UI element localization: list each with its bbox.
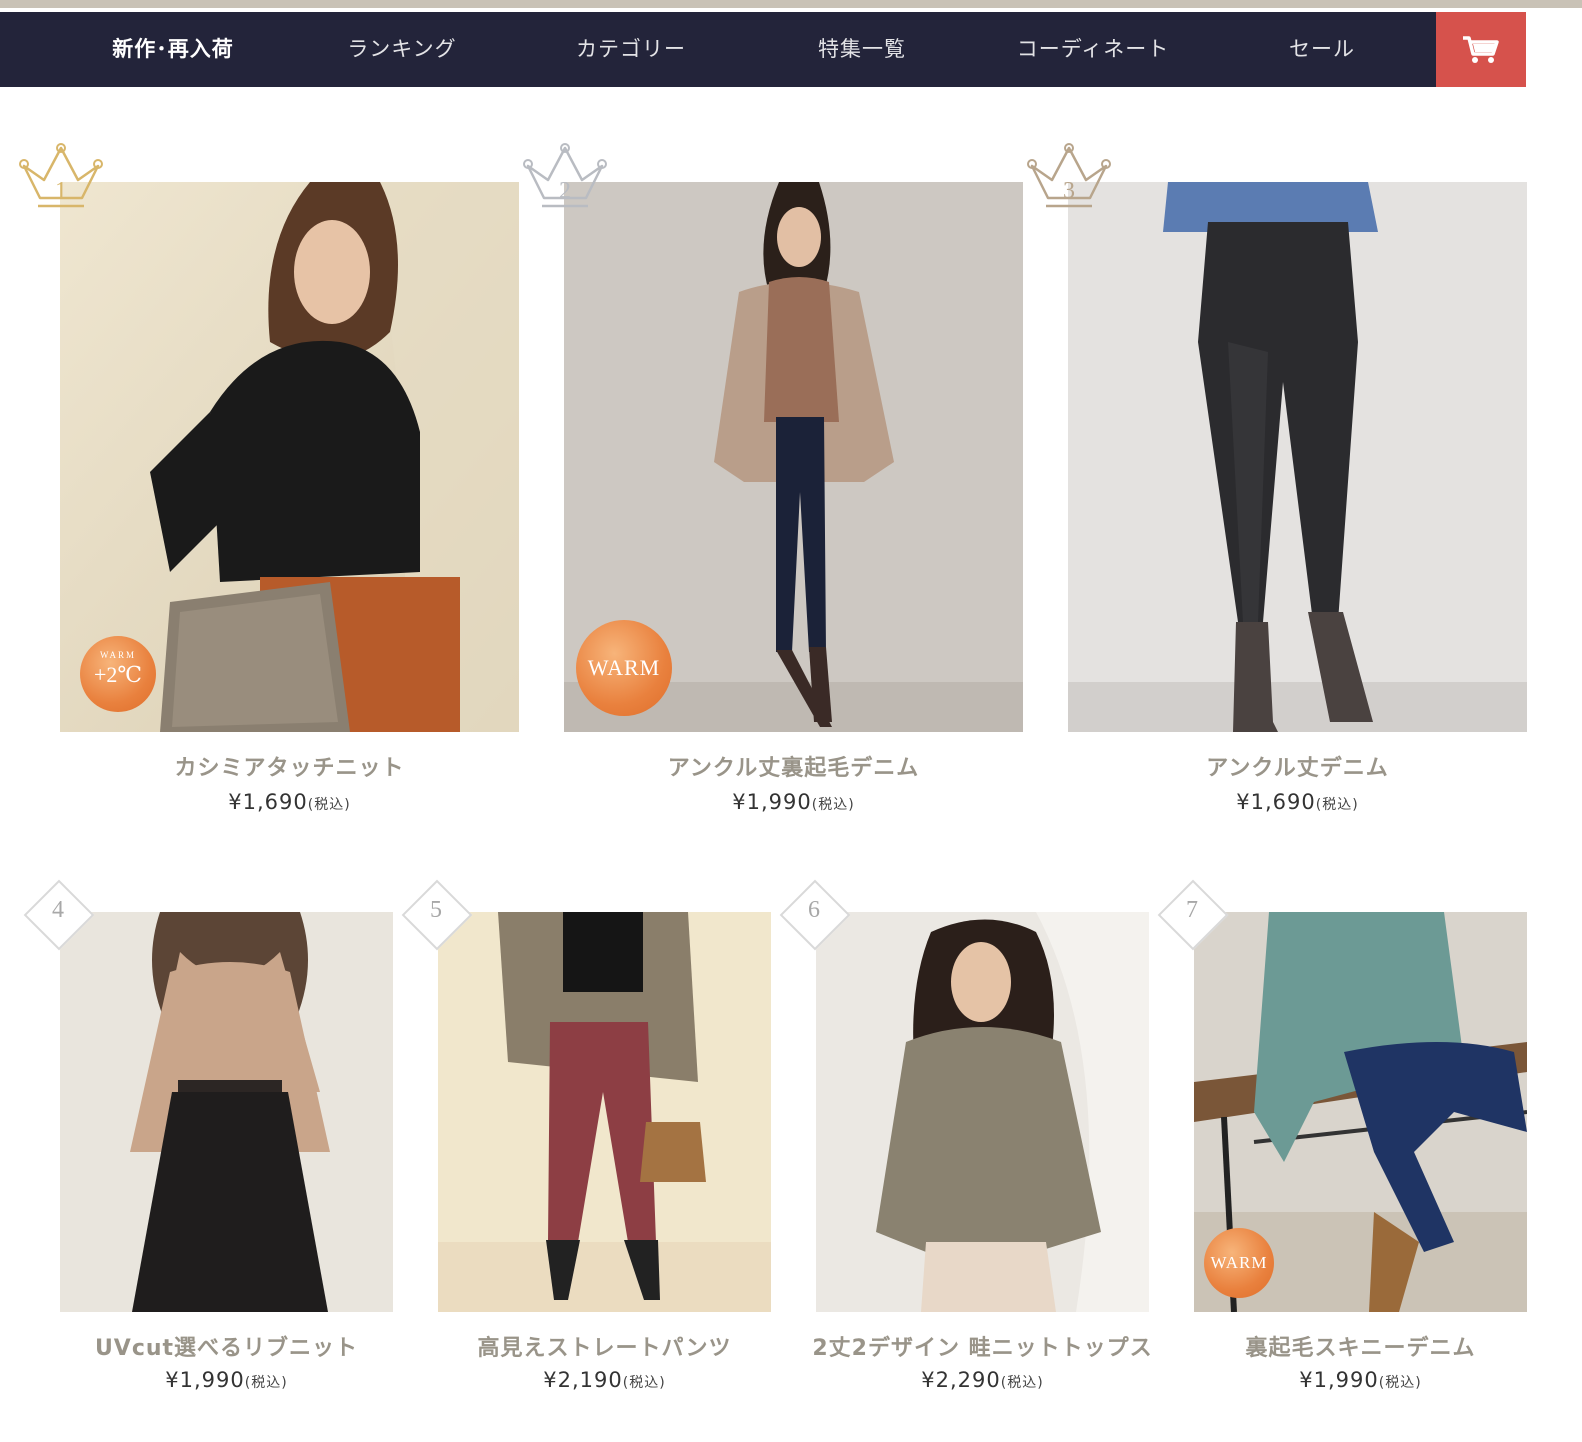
product-name[interactable]: アンクル丈デニム <box>1068 750 1527 782</box>
warm-badge: WARM <box>576 620 672 716</box>
product-name[interactable]: 裏起毛スキニーデニム <box>1194 1330 1527 1362</box>
product-photo[interactable] <box>438 912 771 1312</box>
product-photo[interactable] <box>816 912 1149 1312</box>
rank-number: 4 <box>52 897 64 923</box>
product-name[interactable]: アンクル丈裏起毛デニム <box>564 750 1023 782</box>
nav-category[interactable]: カテゴリー <box>531 12 731 87</box>
product-photo[interactable]: WARM <box>1194 912 1527 1312</box>
model-image <box>438 912 771 1312</box>
product-name[interactable]: UVcut選べるリブニット <box>60 1330 393 1362</box>
nav-ranking[interactable]: ランキング <box>302 12 502 87</box>
rank-number: 6 <box>808 897 820 923</box>
product-price: ¥2,290(税込) <box>921 1368 1044 1392</box>
product-photo[interactable] <box>1068 182 1527 732</box>
model-image <box>1068 182 1527 732</box>
top-accent-line <box>0 0 1582 8</box>
product-photo[interactable] <box>60 912 393 1312</box>
cart-button[interactable] <box>1436 12 1526 87</box>
nav-coordinate[interactable]: コーディネート <box>993 12 1193 87</box>
product-price: ¥1,690(税込) <box>228 790 351 814</box>
warm-badge: WARM <box>1204 1228 1274 1298</box>
global-nav: 新作･再入荷 ランキング カテゴリー 特集一覧 コーディネート セール <box>0 12 1526 87</box>
model-image <box>60 912 393 1312</box>
nav-new-arrivals[interactable]: 新作･再入荷 <box>73 12 273 87</box>
cart-icon <box>1463 35 1499 63</box>
warm-badge: WARM +2℃ <box>80 636 156 712</box>
rank-number: 1 <box>55 178 67 204</box>
product-price: ¥1,690(税込) <box>1236 790 1359 814</box>
product-price: ¥1,990(税込) <box>165 1368 288 1392</box>
nav-features[interactable]: 特集一覧 <box>762 12 962 87</box>
product-name[interactable]: カシミアタッチニット <box>60 750 519 782</box>
product-price: ¥2,190(税込) <box>543 1368 666 1392</box>
rank-number: 2 <box>559 178 571 204</box>
rank-number: 5 <box>430 897 442 923</box>
rank-number: 3 <box>1063 178 1075 204</box>
product-name[interactable]: 2丈2デザイン 畦ニットトップス <box>796 1330 1169 1362</box>
product-price: ¥1,990(税込) <box>732 790 855 814</box>
product-price: ¥1,990(税込) <box>1299 1368 1422 1392</box>
nav-sale[interactable]: セール <box>1222 12 1422 87</box>
product-photo[interactable]: WARM <box>564 182 1023 732</box>
model-image <box>816 912 1149 1312</box>
rank-number: 7 <box>1186 897 1198 923</box>
product-photo[interactable]: WARM +2℃ <box>60 182 519 732</box>
product-name[interactable]: 高見えストレートパンツ <box>438 1330 771 1362</box>
